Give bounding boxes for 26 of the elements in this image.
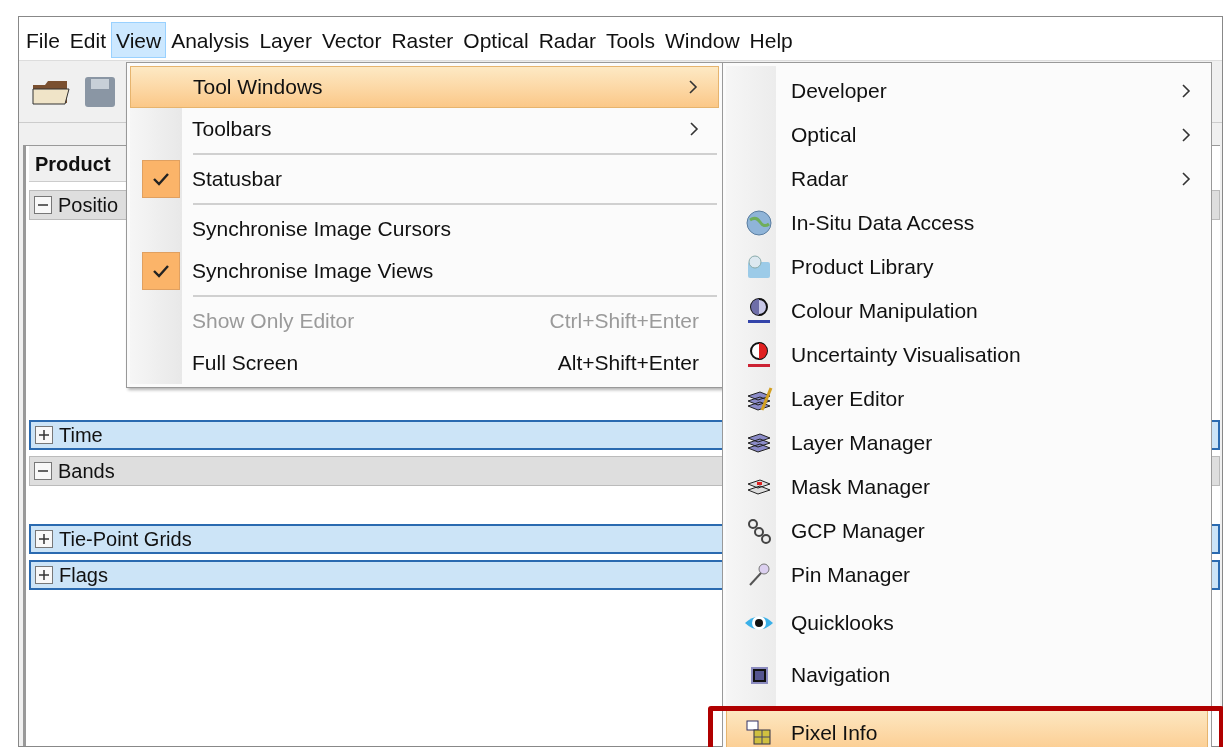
section-label: Tie-Point Grids (59, 527, 192, 552)
menu-label: Toolbars (192, 116, 273, 143)
menu-label: Uncertainty Visualisation (791, 342, 1022, 369)
menu-label: Product Library (791, 254, 935, 281)
menu-label: In-Situ Data Access (791, 210, 976, 237)
menu-label: Statusbar (192, 166, 283, 193)
menu-label: Navigation (791, 662, 892, 689)
menu-label: Full Screen (192, 350, 300, 377)
shortcut-label: Alt+Shift+Enter (557, 350, 699, 377)
section-label: Bands (58, 459, 115, 484)
menu-label: Optical (791, 122, 858, 149)
menu-label: Synchronise Image Cursors (192, 216, 453, 243)
section-label: Time (59, 423, 103, 448)
menu-label: Colour Manipulation (791, 298, 979, 325)
menu-label: Show Only Editor (192, 308, 356, 335)
section-label: Positio (58, 193, 119, 218)
menu-label: Layer Editor (791, 386, 906, 413)
menu-label: Developer (791, 78, 888, 105)
shortcut-label: Ctrl+Shift+Enter (549, 308, 699, 335)
menu-label: Tool Windows (193, 74, 324, 101)
menu-label: Radar (791, 166, 850, 193)
menu-label: Synchronise Image Views (192, 258, 435, 285)
menu-label: Pixel Info (791, 720, 879, 747)
menu-label: Quicklooks (791, 610, 895, 637)
menu-label: Pin Manager (791, 562, 912, 589)
section-label: Flags (59, 563, 108, 588)
